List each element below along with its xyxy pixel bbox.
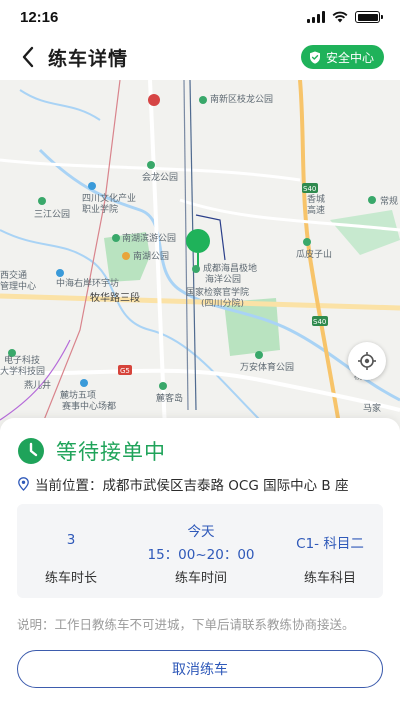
map-label: 南湖滨游公园: [122, 234, 177, 244]
map-label: 麓坊五项: [60, 391, 97, 401]
map-label: 香城: [307, 195, 326, 205]
back-button[interactable]: [16, 42, 40, 72]
map-label: (四川分院): [201, 299, 245, 309]
crosshair-icon: [358, 352, 376, 370]
map-label: 西交通: [0, 271, 28, 281]
duration-column: 3 练车时长: [17, 504, 125, 598]
map-label: 万安体育公园: [240, 363, 295, 373]
location-pin-icon: [18, 477, 29, 491]
safety-center-label: 安全中心: [325, 50, 374, 65]
map-label: 南新区枝龙公园: [210, 95, 274, 105]
map-label: 会龙公园: [142, 173, 179, 183]
subject-value: C1- 科目二: [296, 536, 364, 552]
map-label: 常规: [380, 197, 399, 207]
nav-bar: 练车详情 安全中心: [0, 34, 400, 80]
status-icons: [307, 11, 383, 23]
locate-me-button[interactable]: [348, 342, 386, 380]
map-label: 职业学院: [82, 205, 119, 215]
map-background: [0, 80, 400, 430]
map-label: 海洋公园: [205, 275, 242, 285]
map-label: 中海右岸环宇坊: [56, 279, 120, 289]
map-label: 燕儿井: [24, 381, 52, 391]
order-status-text: 等待接单中: [56, 440, 166, 464]
road-shield-label: S40: [313, 318, 327, 326]
page-title: 练车详情: [48, 47, 129, 70]
map-road-label: 牧华路三段: [90, 293, 140, 304]
duration-value: 3: [66, 532, 76, 548]
road-shield-label: G5: [120, 367, 130, 375]
subject-column: C1- 科目二 练车科目: [277, 504, 383, 598]
duration-label: 练车时长: [44, 571, 97, 586]
cellular-signal-icon: [307, 11, 325, 23]
wifi-icon: [332, 11, 348, 23]
time-day-value: 今天: [187, 524, 215, 540]
time-range-value: 15：00~20：00: [147, 547, 255, 563]
order-status-row: 等待接单中: [18, 436, 166, 466]
battery-icon: [355, 11, 383, 23]
training-info-panel: 3 练车时长 今天 15：00~20：00 练车时间 C1- 科目二 练车科目: [17, 504, 383, 598]
map-label: 大学科技园: [0, 367, 46, 377]
map-label: 南湖公园: [133, 252, 170, 262]
status-bar: 12:16: [0, 0, 400, 34]
map-label: 管理中心: [0, 282, 37, 292]
cancel-training-button[interactable]: 取消练车: [17, 650, 383, 688]
time-column: 今天 15：00~20：00 练车时间: [125, 504, 277, 598]
road-shield-label: S40: [303, 185, 317, 193]
clock-icon: [18, 438, 44, 464]
map-label: 三江公园: [34, 210, 71, 220]
map-label: 麓客岛: [156, 394, 184, 404]
safety-center-button[interactable]: 安全中心: [300, 45, 384, 69]
status-time: 12:16: [20, 8, 59, 26]
map-label: 四川文化产业: [82, 194, 137, 204]
current-location-row: 当前位置：成都市武侯区吉泰路 OCG 国际中心 B 座: [18, 474, 348, 494]
map-label: 高速: [307, 206, 326, 216]
map-label: 电子科技: [4, 356, 41, 366]
order-detail-card: 等待接单中 当前位置：成都市武侯区吉泰路 OCG 国际中心 B 座 3 练车时长…: [0, 418, 400, 711]
chevron-left-icon: [22, 46, 34, 68]
map-label: 国家检察官学院: [186, 288, 250, 298]
map-view[interactable]: 南新区枝龙公园 四川文化产业 职业学院 三江公园 会龙公园 南湖滨游公园 南湖公…: [0, 80, 400, 430]
map-label: 马家: [363, 404, 382, 414]
shield-check-icon: [309, 51, 320, 64]
map-label: 瓜皮子山: [296, 250, 333, 260]
map-label: 赛事中心场都: [62, 402, 117, 412]
note-text: 说明：工作日教练车不可进城，下单后请联系教练协商接送。: [17, 617, 355, 632]
subject-label: 练车科目: [303, 571, 356, 586]
map-label: 成都海昌极地: [203, 264, 258, 274]
time-label: 练车时间: [174, 571, 227, 586]
current-location-text: 当前位置：成都市武侯区吉泰路 OCG 国际中心 B 座: [35, 478, 349, 494]
